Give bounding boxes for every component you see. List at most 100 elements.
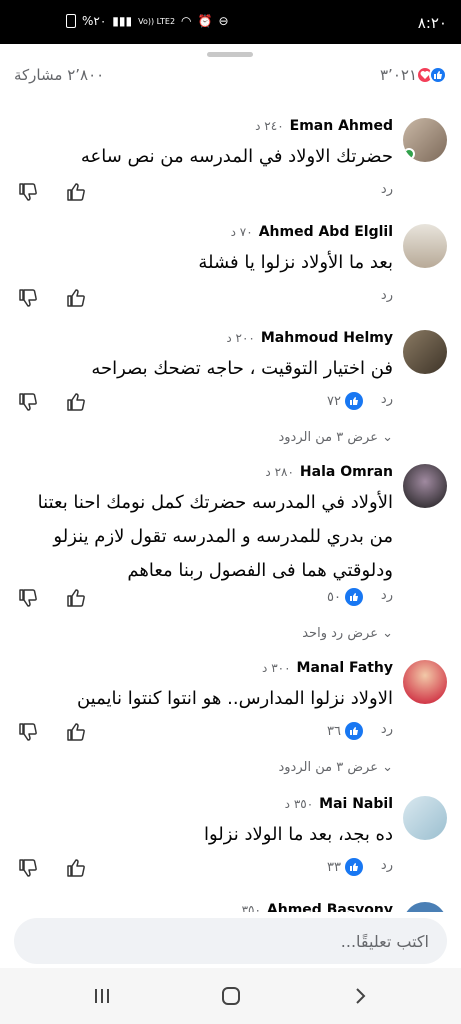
view-replies-label: عرض ٣ من الردود — [278, 430, 378, 445]
comment-time: ٢٤٠ د — [255, 119, 284, 133]
system-nav-bar — [0, 968, 461, 1024]
comment-time: ٧٠ د — [230, 225, 253, 239]
comment-like-count[interactable]: ٣٣ — [327, 858, 363, 876]
reply-button[interactable]: رد — [381, 182, 393, 197]
commenter-name[interactable]: Ahmed Abd Elglil — [259, 224, 393, 240]
commenter-name[interactable]: Ahmed Basyony — [267, 902, 393, 912]
comment-header: ٣٥٠ Ahmed Basyony — [242, 902, 393, 912]
online-status-dot — [403, 148, 415, 160]
avatar[interactable] — [403, 224, 447, 268]
like-icon[interactable] — [66, 858, 86, 882]
avatar[interactable] — [403, 902, 447, 912]
like-icon[interactable] — [66, 182, 86, 206]
comment-item: ٧٠ د Ahmed Abd Elglil بعد ما الأولاد نزل… — [0, 224, 461, 324]
system-icons: %٢٠ ▮▮▮ Vo)) LTE2 ◠ ⏰ ⊖ — [66, 14, 229, 28]
comment-header: ٢٠٠ د Mahmoud Helmy — [226, 330, 393, 346]
comment-item: ٢٠٠ د Mahmoud Helmy فن اختيار التوقيت ، … — [0, 330, 461, 450]
like-icon[interactable] — [66, 392, 86, 416]
comment-actions: رد — [0, 288, 461, 312]
comment-time: ٣٥٠ — [241, 903, 261, 912]
signal-icon: ▮▮▮ — [112, 14, 133, 28]
view-replies-link[interactable]: ⌄ عرض ٣ من الردود — [278, 430, 393, 445]
comment-item: ٢٤٠ د Eman Ahmed حضرتك الاولاد في المدرس… — [0, 118, 461, 218]
comment-text: الاولاد نزلوا المدارس.. هو انتوا كنتوا ن… — [76, 688, 393, 709]
comment-actions: رد ٣٣ — [0, 858, 461, 882]
sheet-drag-handle[interactable] — [207, 52, 253, 57]
reactions-summary[interactable]: ٣٬٠٢١ — [380, 66, 447, 84]
comment-header: ٣٥٠ د Mai Nabil — [285, 796, 393, 812]
avatar[interactable] — [403, 464, 447, 508]
like-icon[interactable] — [66, 288, 86, 312]
shares-count[interactable]: ٢٬٨٠٠ مشاركة — [14, 66, 104, 84]
reply-button[interactable]: رد — [381, 858, 393, 873]
wifi-icon: ◠ — [181, 14, 192, 28]
dislike-icon[interactable] — [18, 182, 38, 206]
reply-button[interactable]: رد — [381, 288, 393, 303]
back-icon[interactable] — [340, 982, 380, 1010]
comment-like-count[interactable]: ٣٦ — [327, 722, 363, 740]
chevron-down-icon: ⌄ — [377, 626, 393, 641]
comment-time: ٢٠٠ د — [226, 331, 255, 345]
comment-text: فن اختيار التوقيت ، حاجه تضحك بصراحه — [91, 358, 393, 379]
commenter-name[interactable]: Hala Omran — [300, 464, 393, 480]
comment-like-count[interactable]: ٥٠ — [327, 588, 363, 606]
commenter-name[interactable]: Manal Fathy — [297, 660, 393, 676]
like-count-value: ٣٣ — [327, 859, 341, 875]
like-reaction-icon — [429, 66, 447, 84]
dislike-icon[interactable] — [18, 392, 38, 416]
recent-apps-icon[interactable] — [82, 982, 122, 1010]
commenter-name[interactable]: Eman Ahmed — [290, 118, 393, 134]
reply-button[interactable]: رد — [381, 722, 393, 737]
reply-button[interactable]: رد — [381, 588, 393, 603]
chevron-down-icon: ⌄ — [377, 760, 393, 775]
comment-text: حضرتك الاولاد في المدرسه من نص ساعه — [80, 146, 393, 167]
comment-time: ٣٥٠ د — [284, 797, 314, 811]
view-replies-label: عرض ٣ من الردود — [278, 760, 378, 775]
comment-actions: رد ٧٢ — [0, 392, 461, 416]
dislike-icon[interactable] — [18, 858, 38, 882]
avatar[interactable] — [403, 330, 447, 374]
commenter-name[interactable]: Mahmoud Helmy — [261, 330, 393, 346]
like-count-value: ٧٢ — [327, 393, 341, 409]
comment-actions: رد ٥٠ — [0, 588, 461, 612]
like-icon[interactable] — [66, 588, 86, 612]
alarm-icon: ⏰ — [197, 14, 213, 28]
comment-item: ٢٨٠ د Hala Omran الأولاد في المدرسه حضرت… — [0, 464, 461, 644]
comment-header: ٧٠ د Ahmed Abd Elglil — [231, 224, 393, 240]
view-replies-link[interactable]: ⌄ عرض ٣ من الردود — [278, 760, 393, 775]
comments-list[interactable]: ٢٤٠ د Eman Ahmed حضرتك الاولاد في المدرس… — [0, 100, 461, 912]
post-stats-bar: ٢٬٨٠٠ مشاركة ٣٬٠٢١ — [0, 60, 461, 94]
view-replies-link[interactable]: ⌄ عرض رد واحد — [302, 626, 393, 641]
comment-item: ٣٥٠ Ahmed Basyony — [0, 902, 461, 912]
comment-actions: رد ٣٦ — [0, 722, 461, 746]
commenter-name[interactable]: Mai Nabil — [319, 796, 393, 812]
comment-header: ٢٤٠ د Eman Ahmed — [255, 118, 393, 134]
home-icon[interactable] — [211, 982, 251, 1010]
chevron-down-icon: ⌄ — [377, 430, 393, 445]
comment-time: ٣٠٠ د — [262, 661, 291, 675]
comment-header: ٣٠٠ د Manal Fathy — [262, 660, 393, 676]
comment-header: ٢٨٠ د Hala Omran — [265, 464, 393, 480]
dnd-icon: ⊖ — [218, 14, 229, 28]
like-icon[interactable] — [66, 722, 86, 746]
dislike-icon[interactable] — [18, 288, 38, 312]
view-replies-label: عرض رد واحد — [302, 626, 378, 641]
avatar[interactable] — [403, 796, 447, 840]
avatar[interactable] — [403, 660, 447, 704]
clock: ٨:٢٠ — [417, 14, 447, 32]
notification-icon — [66, 14, 76, 28]
dislike-icon[interactable] — [18, 588, 38, 612]
like-reaction-icon — [345, 858, 363, 876]
comment-text: الأولاد في المدرسه حضرتك كمل نومك احنا ب… — [37, 492, 393, 581]
comment-text: بعد ما الأولاد نزلوا يا فشلة — [198, 252, 393, 273]
like-count-value: ٣٦ — [327, 723, 341, 739]
comment-input[interactable] — [14, 918, 447, 964]
network-label: Vo)) LTE2 — [138, 16, 176, 26]
dislike-icon[interactable] — [18, 722, 38, 746]
avatar[interactable] — [403, 118, 447, 162]
comment-like-count[interactable]: ٧٢ — [327, 392, 363, 410]
reply-button[interactable]: رد — [381, 392, 393, 407]
comment-text: ده بجد، بعد ما الولاد نزلوا — [204, 824, 393, 845]
like-reaction-icon — [345, 588, 363, 606]
like-count-value: ٥٠ — [327, 589, 341, 605]
